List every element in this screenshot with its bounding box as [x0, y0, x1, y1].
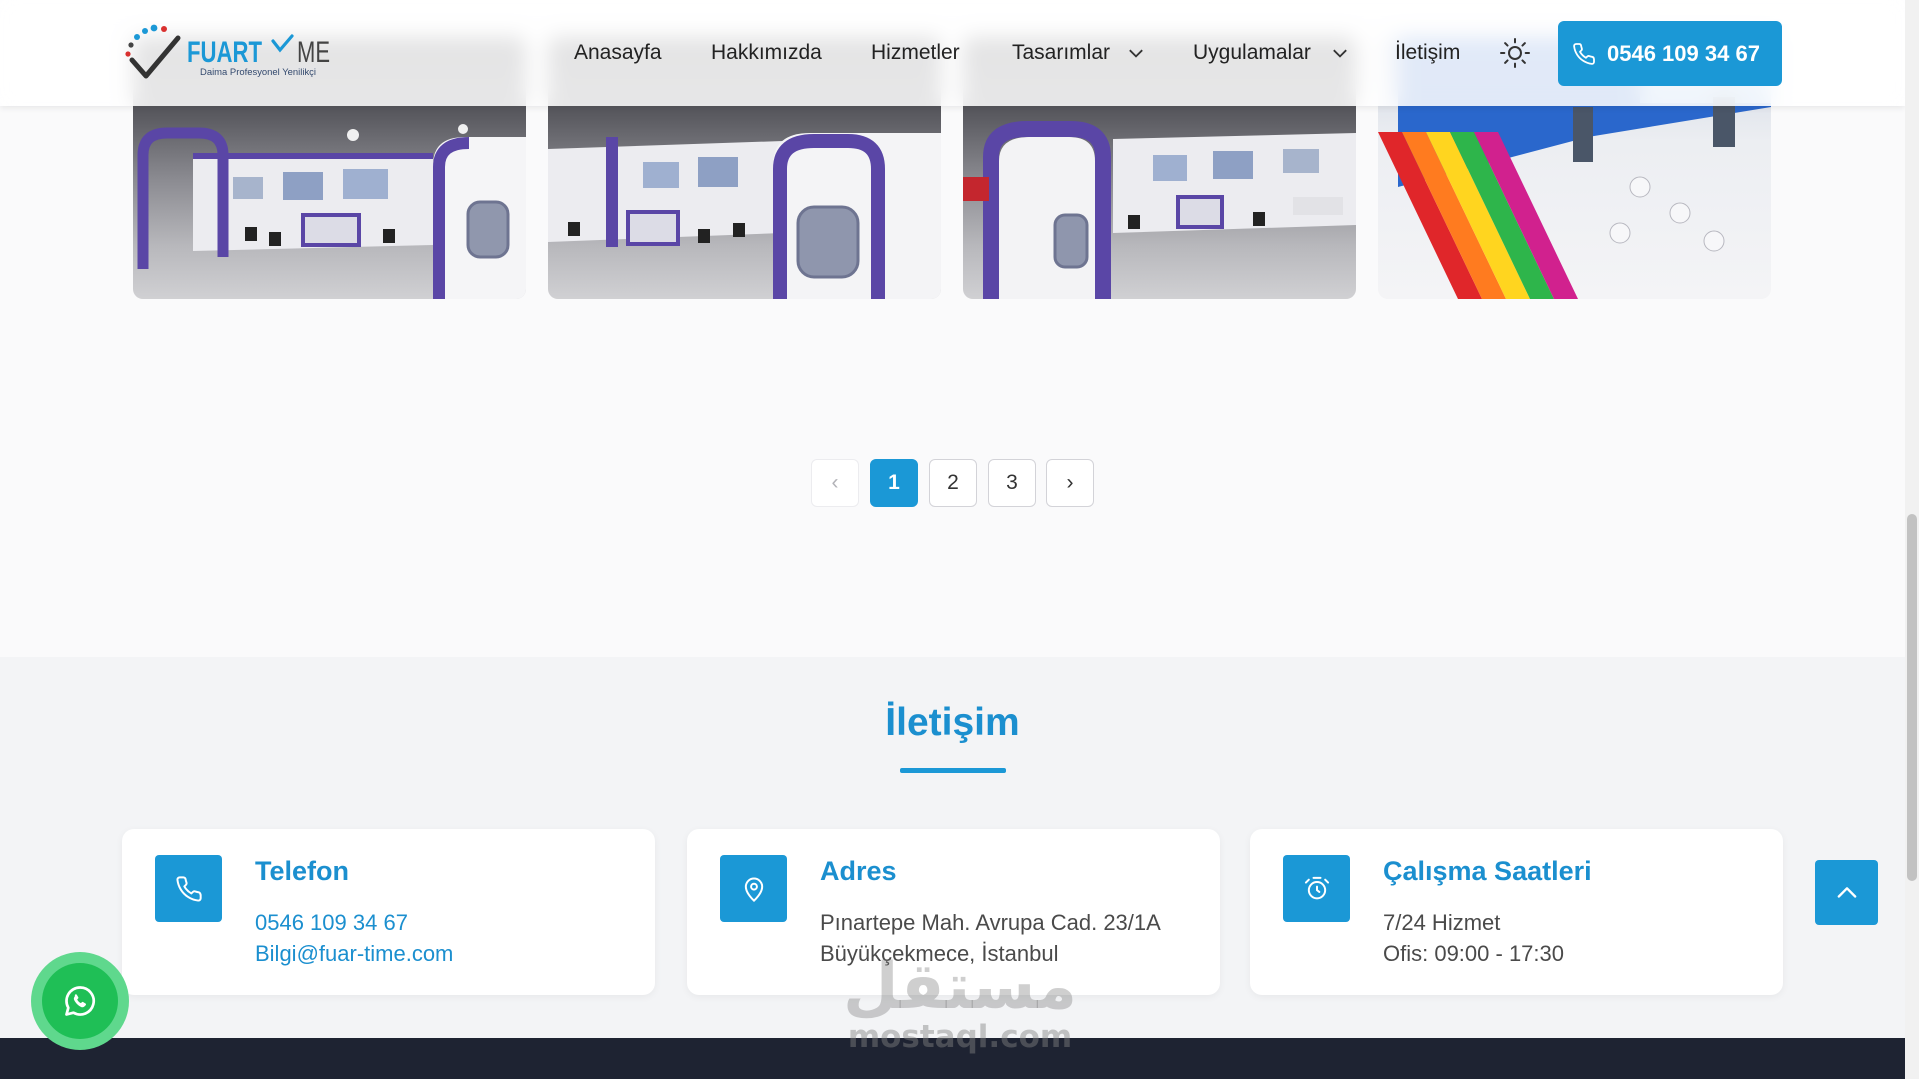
- chevron-up-icon: [1833, 879, 1861, 907]
- alarm-clock-icon: [1283, 855, 1350, 922]
- booth-counter: [301, 213, 361, 247]
- phone-icon: [155, 855, 222, 922]
- nav-label: Uygulamalar: [1193, 41, 1311, 64]
- booth-chair: [1128, 215, 1140, 229]
- hours-line-2: Ofis: 09:00 - 17:30: [1383, 941, 1564, 966]
- address-line-2: Büyükçekmece, İstanbul: [820, 941, 1059, 966]
- map-pin-icon: [720, 855, 787, 922]
- contact-heading: İletişim: [885, 701, 1020, 744]
- contact-card-hours: Çalışma Saatleri 7/24 Hizmet Ofis: 09:00…: [1250, 829, 1783, 995]
- contact-card-title: Çalışma Saatleri: [1383, 856, 1592, 886]
- logo-text-secondary: ME: [297, 36, 330, 69]
- phone-link[interactable]: 0546 109 34 67: [255, 907, 453, 938]
- booth-table: [1609, 222, 1631, 244]
- booth-poster: [283, 172, 323, 200]
- scrollbar-thumb[interactable]: [1907, 514, 1917, 881]
- booth-window: [796, 205, 860, 279]
- booth-poster: [343, 169, 388, 199]
- nav-tasarimlar[interactable]: Tasarımlar: [1012, 40, 1145, 66]
- logo-text-primary: FUART: [187, 36, 262, 69]
- scroll-to-top-button[interactable]: [1815, 860, 1878, 925]
- contact-card-lines: 0546 109 34 67 Bilgi@fuar-time.com: [255, 907, 453, 969]
- whatsapp-icon: [42, 963, 118, 1039]
- chevron-down-icon: [1331, 44, 1349, 62]
- contact-card-lines: 7/24 Hizmet Ofis: 09:00 - 17:30: [1383, 907, 1564, 969]
- nav-hakkimizda[interactable]: Hakkımızda: [711, 40, 822, 66]
- booth-poster: [233, 177, 263, 199]
- nav-label: Hakkımızda: [711, 41, 822, 64]
- booth-poster: [643, 162, 679, 188]
- pagination-next[interactable]: ›: [1046, 459, 1094, 507]
- chevron-down-icon: [1127, 44, 1145, 62]
- booth-window: [1053, 213, 1089, 269]
- booth-poster: [1153, 155, 1187, 181]
- whatsapp-button[interactable]: [31, 952, 129, 1050]
- nav-anasayfa[interactable]: Anasayfa: [574, 40, 662, 66]
- contact-card-phone: Telefon 0546 109 34 67 Bilgi@fuar-time.c…: [122, 829, 655, 995]
- booth-table: [1629, 176, 1651, 198]
- nav-label: Tasarımlar: [1012, 41, 1111, 64]
- sun-icon[interactable]: [1499, 37, 1531, 69]
- booth-wall: [1113, 133, 1356, 233]
- booth-poster: [1283, 149, 1319, 173]
- email-link[interactable]: Bilgi@fuar-time.com: [255, 938, 453, 969]
- booth-counter: [626, 210, 680, 246]
- contact-card-title: Telefon: [255, 856, 349, 886]
- booth-chair: [1253, 212, 1265, 226]
- booth-chair: [383, 229, 395, 243]
- booth-band: [193, 153, 433, 159]
- nav-label: İletişim: [1395, 41, 1461, 64]
- pagination-page-2[interactable]: 2: [929, 459, 977, 507]
- contact-card-title: Adres: [820, 856, 897, 886]
- logo-check-icon: [271, 34, 294, 53]
- phone-button-label: 0546 109 34 67: [1607, 40, 1760, 66]
- nav-hizmetler[interactable]: Hizmetler: [871, 40, 960, 66]
- booth-counter: [1176, 195, 1224, 229]
- contact-card-address: Adres Pınartepe Mah. Avrupa Cad. 23/1A B…: [687, 829, 1220, 995]
- pagination-page-3[interactable]: 3: [988, 459, 1036, 507]
- pagination-page-1[interactable]: 1: [870, 459, 918, 507]
- heading-underline: [900, 768, 1006, 773]
- booth-kiosk: [1573, 107, 1593, 162]
- booth-chair: [245, 227, 257, 241]
- booth-chair: [269, 232, 281, 246]
- contact-card-lines: Pınartepe Mah. Avrupa Cad. 23/1A Büyükçe…: [820, 907, 1161, 969]
- booth-chair: [733, 223, 745, 237]
- phone-call-button[interactable]: 0546 109 34 67: [1558, 21, 1782, 86]
- address-line-1: Pınartepe Mah. Avrupa Cad. 23/1A: [820, 910, 1161, 935]
- booth-poster: [1213, 151, 1253, 179]
- booth-light: [458, 124, 468, 134]
- pagination-prev[interactable]: ‹: [811, 459, 859, 507]
- booth-light: [347, 129, 359, 141]
- nav-iletisim[interactable]: İletişim: [1395, 40, 1460, 66]
- booth-sign: [963, 177, 989, 201]
- nav-uygulamalar[interactable]: Uygulamalar: [1193, 40, 1349, 66]
- booth-table: [1669, 202, 1691, 224]
- booth-sofa: [1293, 197, 1343, 215]
- logo-tagline: Daima Profesyonel Yenilikçi: [200, 67, 316, 77]
- site-header: FUART ME Daima Profesyonel Yenilikçi Ana…: [0, 0, 1905, 106]
- nav-label: Anasayfa: [574, 41, 662, 64]
- booth-pillar-strip: [606, 137, 618, 247]
- phone-icon: [1572, 42, 1596, 66]
- nav-label: Hizmetler: [871, 41, 960, 64]
- site-footer: [0, 1038, 1905, 1079]
- hours-line-1: 7/24 Hizmet: [1383, 910, 1501, 935]
- booth-table: [1703, 230, 1725, 252]
- booth-chair: [698, 229, 710, 243]
- booth-poster: [698, 157, 738, 187]
- brand-logo[interactable]: FUART ME Daima Profesyonel Yenilikçi: [122, 24, 332, 84]
- booth-chair: [568, 222, 580, 236]
- booth-window: [466, 200, 510, 259]
